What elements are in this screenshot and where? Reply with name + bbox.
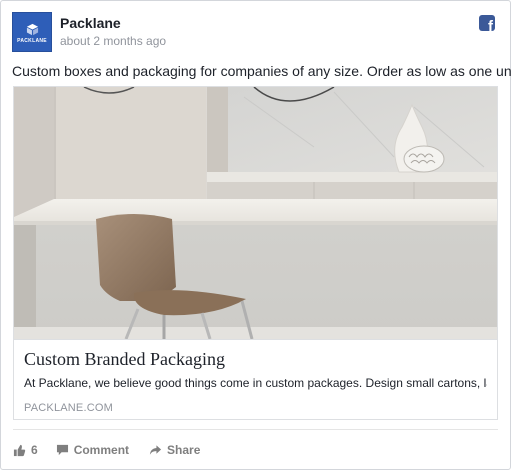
link-preview-card[interactable]: Custom Branded Packaging At Packlane, we… bbox=[13, 86, 498, 420]
packlane-logo-icon bbox=[26, 23, 38, 35]
post-actions-bar: 6 Comment Share bbox=[13, 438, 200, 462]
post-message: Custom boxes and packaging for companies… bbox=[12, 63, 511, 79]
facebook-post-card: PACKLANE Packlane about 2 months ago f C… bbox=[0, 0, 511, 470]
comment-label: Comment bbox=[73, 443, 130, 457]
link-domain: PACKLANE.COM bbox=[24, 402, 113, 414]
facebook-icon: f bbox=[479, 15, 495, 31]
actions-divider bbox=[13, 429, 498, 430]
link-preview-body[interactable]: Custom Branded Packaging At Packlane, we… bbox=[14, 339, 497, 419]
share-button[interactable]: Share bbox=[149, 443, 200, 457]
comment-icon bbox=[56, 444, 68, 456]
comment-button[interactable]: Comment bbox=[56, 443, 129, 457]
link-description: At Packlane, we believe good things come… bbox=[24, 376, 487, 390]
post-timestamp[interactable]: about 2 months ago bbox=[60, 34, 166, 48]
link-preview-image[interactable] bbox=[14, 87, 497, 339]
page-avatar[interactable]: PACKLANE bbox=[12, 12, 52, 52]
share-arrow-icon bbox=[149, 445, 162, 455]
link-title[interactable]: Custom Branded Packaging bbox=[24, 348, 225, 370]
avatar-logo-text: PACKLANE bbox=[17, 37, 47, 44]
facebook-glyph: f bbox=[488, 18, 493, 31]
thumbs-up-icon bbox=[13, 444, 26, 456]
share-label: Share bbox=[167, 443, 201, 457]
like-button[interactable]: 6 bbox=[13, 443, 38, 457]
post-header: PACKLANE Packlane about 2 months ago f bbox=[12, 12, 499, 52]
like-count: 6 bbox=[31, 443, 38, 457]
page-name-link[interactable]: Packlane bbox=[60, 15, 121, 31]
kitchen-photo bbox=[14, 87, 497, 339]
